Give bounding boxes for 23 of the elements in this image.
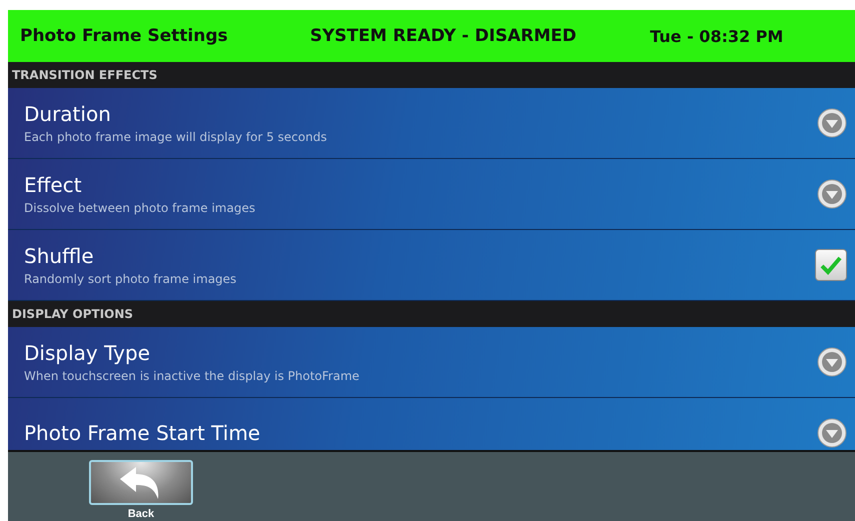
setting-label: Photo Frame Start Time	[24, 421, 260, 445]
dropdown-icon[interactable]	[817, 418, 847, 448]
setting-label: Shuffle	[24, 244, 94, 268]
dropdown-icon[interactable]	[817, 108, 847, 138]
checkbox[interactable]	[815, 249, 847, 281]
setting-row[interactable]: Duration Each photo frame image will display for 5 seconds	[8, 88, 855, 159]
checkmark-icon	[820, 255, 842, 275]
dropdown-icon[interactable]	[817, 179, 847, 209]
setting-row[interactable]: Display Type When touchscreen is inactive the display is PhotoFrame	[8, 327, 855, 398]
setting-summary: Each photo frame image will display for 5 seconds	[24, 130, 327, 144]
date-time: Tue - 08:32 PM	[650, 26, 784, 46]
setting-summary: Randomly sort photo frame images	[24, 272, 236, 286]
section-header: TRANSITION EFFECTS	[8, 62, 855, 88]
setting-label: Display Type	[24, 341, 150, 365]
setting-label: Effect	[24, 173, 82, 197]
setting-label: Duration	[24, 102, 111, 126]
setting-summary: When touchscreen is inactive the display is PhotoFrame	[24, 369, 360, 383]
system-status: SYSTEM READY - DISARMED	[310, 26, 578, 46]
page-title: Photo Frame Settings	[20, 26, 229, 46]
setting-row[interactable]: Effect Dissolve between photo frame images	[8, 159, 855, 230]
dropdown-icon[interactable]	[817, 347, 847, 377]
section-header: DISPLAY OPTIONS	[8, 301, 855, 327]
setting-summary: Dissolve between photo frame images	[24, 201, 256, 215]
